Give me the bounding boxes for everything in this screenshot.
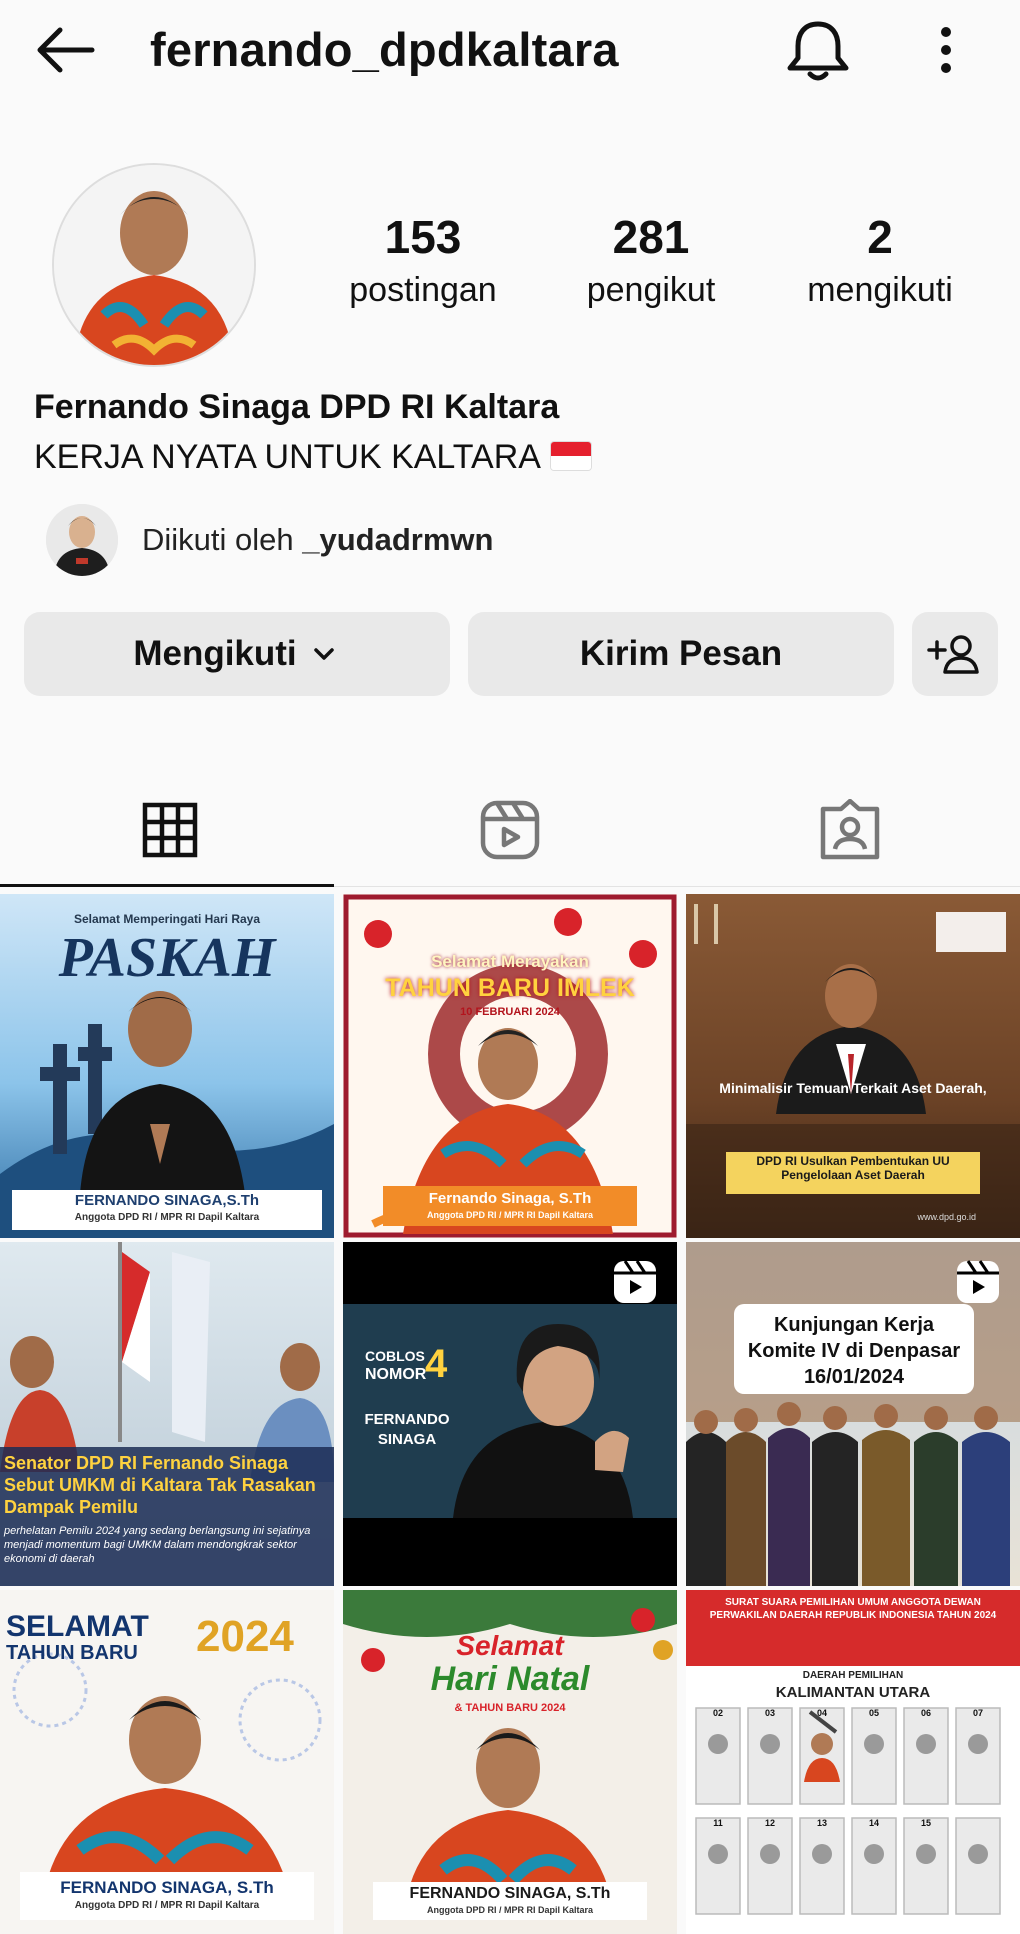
reel-text-nomor: NOMOR <box>365 1366 427 1383</box>
notifications-button[interactable] <box>780 16 856 84</box>
ballot-number: 04 <box>816 1708 827 1718</box>
stat-posts[interactable]: 153 postingan <box>328 208 518 314</box>
send-message-button[interactable]: Kirim Pesan <box>468 612 894 696</box>
post-footer: www.dpd.go.id <box>917 1212 976 1222</box>
reel-text-coblos: COBLOS <box>365 1348 425 1364</box>
tagged-person-icon <box>820 799 880 860</box>
post-reel-coblos[interactable]: COBLOS NOMOR 4 FERNANDO SINAGA <box>343 1242 677 1586</box>
profile-avatar[interactable] <box>52 163 256 367</box>
post-caption-sub: Anggota DPD RI / MPR RI Dapil Kaltara <box>74 1900 260 1911</box>
following-count: 2 <box>867 211 893 263</box>
tab-reels[interactable] <box>340 780 680 880</box>
posts-count: 153 <box>384 211 462 263</box>
post-title: TAHUN BARU IMLEK <box>385 974 635 1002</box>
ballot-number: 02 <box>712 1708 723 1718</box>
post-title: Senator DPD RI Fernando Sinaga Sebut UMK… <box>4 1453 316 1517</box>
indonesia-flag-icon <box>550 442 591 470</box>
post-caption-name: FERNANDO SINAGA, S.Th <box>60 1878 274 1897</box>
ballot-number: 05 <box>868 1708 879 1718</box>
stat-following[interactable]: 2 mengikuti <box>785 208 975 314</box>
suggest-people-button[interactable] <box>912 612 998 696</box>
followers-label: pengikut <box>586 271 716 309</box>
post-caption-name: FERNANDO SINAGA,S.Th <box>74 1192 260 1209</box>
followed-by-row[interactable]: Diikuti oleh _yudadrmwn <box>46 500 946 580</box>
reel-badge-icon <box>957 1260 999 1303</box>
post-thumbnail-aset-daerah[interactable]: Minimalisir Temuan Terkait Aset Daerah, … <box>686 894 1020 1238</box>
profile-photo <box>54 165 254 365</box>
tab-tagged[interactable] <box>680 780 1020 880</box>
grid-icon <box>142 802 198 858</box>
post-date: 10 FEBRUARI 2024 <box>460 1006 560 1018</box>
ballot-number: 06 <box>920 1708 931 1718</box>
more-vertical-icon <box>941 27 951 73</box>
followed-by-user[interactable]: _yudadrmwn <box>302 522 493 557</box>
post-caption-name: Fernando Sinaga, S.Th <box>428 1190 592 1207</box>
easter-illustration <box>0 991 334 1238</box>
followed-by-prefix: Diikuti oleh <box>142 522 303 557</box>
ballot-district: KALIMANTAN UTARA <box>775 1684 931 1701</box>
post-thumbnail-imlek[interactable]: Selamat Merayakan TAHUN BARU IMLEK 10 FE… <box>343 894 677 1238</box>
followed-by-text: Diikuti oleh _yudadrmwn <box>142 518 493 562</box>
post-kicker-2: & TAHUN BARU 2024 <box>454 1702 566 1714</box>
post-kicker: Selamat Merayakan <box>431 952 589 971</box>
back-arrow-icon <box>37 27 95 73</box>
post-thumbnail-tahun-baru[interactable]: SELAMAT TAHUN BARU 2024 FERNANDO SINAGA,… <box>0 1590 334 1934</box>
more-options-button[interactable] <box>920 16 972 84</box>
post-title: DPD RI Usulkan Pembentukan UU Pengelolaa… <box>756 1154 950 1182</box>
post-kicker-2: TAHUN BARU <box>6 1642 138 1664</box>
post-thumbnail-umkm[interactable]: Senator DPD RI Fernando Sinaga Sebut UMK… <box>0 1242 334 1586</box>
post-caption-sub: Anggota DPD RI / MPR RI Dapil Kaltara <box>426 1905 594 1915</box>
ballot-number: 03 <box>764 1708 775 1718</box>
stat-followers[interactable]: 281 pengikut <box>556 208 746 314</box>
reels-icon <box>480 800 540 860</box>
plenary-photo <box>686 904 1020 1238</box>
reel-number: 4 <box>425 1342 448 1386</box>
post-kicker: Minimalisir Temuan Terkait Aset Daerah, <box>719 1080 987 1096</box>
post-kicker: Selamat <box>456 1630 564 1661</box>
ballot-number: 12 <box>764 1818 775 1828</box>
top-bar: fernando_dpdkaltara <box>0 0 1020 100</box>
profile-bio: KERJA NYATA UNTUK KALTARA <box>34 434 591 480</box>
ballot-district-label: DAERAH PEMILIHAN <box>802 1670 904 1681</box>
back-button[interactable] <box>30 20 100 80</box>
reel-caption-name: FERNANDO SINAGA <box>364 1411 450 1448</box>
post-reel-kunjungan-kerja[interactable]: Kunjungan Kerja Komite IV di Denpasar 16… <box>686 1242 1020 1586</box>
chevron-down-icon <box>313 648 334 660</box>
following-button-label: Mengikuti <box>133 634 297 673</box>
bell-icon <box>787 21 849 81</box>
post-caption-name: FERNANDO SINAGA, S.Th <box>409 1885 611 1902</box>
post-title: Hari Natal <box>430 1660 590 1698</box>
follower-avatar <box>46 504 118 576</box>
post-title: Kunjungan Kerja Komite IV di Denpasar 16… <box>747 1314 961 1388</box>
post-thumbnail-paskah[interactable]: Selamat Memperingati Hari Raya PASKAH FE… <box>0 894 334 1238</box>
bio-text: KERJA NYATA UNTUK KALTARA <box>34 438 541 476</box>
ballot-number: 11 <box>713 1818 723 1828</box>
profile-name: Fernando Sinaga DPD RI Kaltara <box>34 388 560 426</box>
posts-label: postingan <box>349 271 497 309</box>
ballot-candidate-grid <box>695 1707 1001 1915</box>
following-label: mengikuti <box>807 271 953 309</box>
tab-posts-grid[interactable] <box>0 780 340 880</box>
post-kicker: SELAMAT <box>6 1610 149 1643</box>
post-title: 2024 <box>196 1612 294 1661</box>
following-button[interactable]: Mengikuti <box>24 612 450 696</box>
active-tab-indicator <box>0 884 334 887</box>
add-person-icon <box>927 635 979 674</box>
post-thumbnail-surat-suara[interactable]: SURAT SUARA PEMILIHAN UMUM ANGGOTA DEWAN… <box>686 1590 1020 1934</box>
ballot-number: 13 <box>816 1818 827 1828</box>
profile-username: fernando_dpdkaltara <box>150 23 619 76</box>
ballot-number: 07 <box>972 1708 983 1718</box>
post-body: perhelatan Pemilu 2024 yang sedang berla… <box>4 1525 311 1565</box>
ballot-heading: SURAT SUARA PEMILIHAN UMUM ANGGOTA DEWAN… <box>709 1597 997 1621</box>
followers-count: 281 <box>612 211 690 263</box>
post-caption-sub: Anggota DPD RI / MPR RI Dapil Kaltara <box>74 1212 260 1223</box>
post-caption-sub: Anggota DPD RI / MPR RI Dapil Kaltara <box>426 1210 594 1220</box>
ballot-number: 14 <box>868 1818 879 1828</box>
reel-badge-icon <box>614 1260 656 1303</box>
send-message-label: Kirim Pesan <box>579 634 783 673</box>
imlek-illustration <box>343 894 677 1238</box>
post-thumbnail-natal[interactable]: Selamat Hari Natal & TAHUN BARU 2024 FER… <box>343 1590 677 1934</box>
ballot-number: 15 <box>920 1818 931 1828</box>
